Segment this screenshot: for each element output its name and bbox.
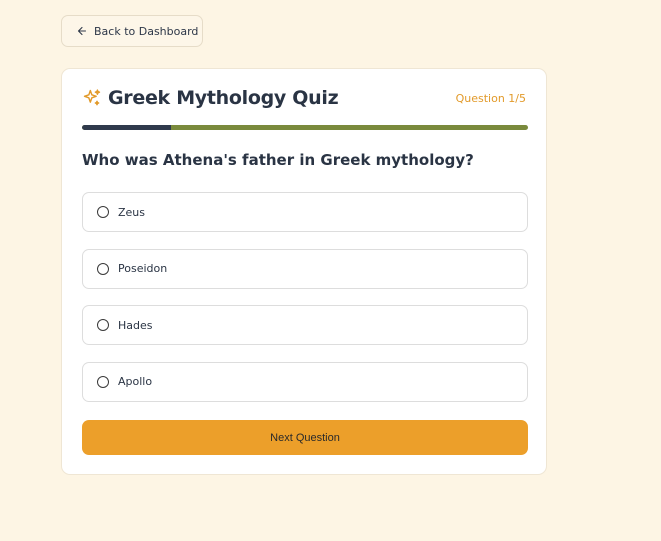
back-to-dashboard-button[interactable]: Back to Dashboard <box>61 15 203 47</box>
quiz-title-group: Greek Mythology Quiz <box>82 87 339 109</box>
answer-option-hades[interactable]: Hades <box>82 305 528 345</box>
answer-option-label: Hades <box>118 318 153 332</box>
quiz-card: Greek Mythology Quiz Question 1/5 Who wa… <box>61 68 547 475</box>
radio-button[interactable] <box>97 262 109 275</box>
radio-button[interactable] <box>97 375 109 388</box>
answer-option-label: Poseidon <box>118 262 168 275</box>
sparkles-icon <box>83 89 101 106</box>
quiz-title: Greek Mythology Quiz <box>108 87 339 109</box>
answer-option-poseidon[interactable]: Poseidon <box>82 248 528 289</box>
back-button-label: Back to Dashboard <box>94 24 199 38</box>
radio-button[interactable] <box>97 206 109 218</box>
question-counter: Question 1/5 <box>455 91 526 105</box>
radio-button[interactable] <box>97 319 109 331</box>
answer-option-label: Apollo <box>118 375 153 388</box>
next-question-button[interactable]: Next Question <box>82 420 528 455</box>
answer-options: Zeus Poseidon Hades Apollo <box>82 192 528 418</box>
question-text: Who was Athena's father in Greek mytholo… <box>82 151 474 169</box>
answer-option-zeus[interactable]: Zeus <box>82 192 528 232</box>
quiz-header: Greek Mythology Quiz Question 1/5 <box>82 87 526 109</box>
arrow-left-icon <box>77 26 87 36</box>
progress-bar-fill <box>82 125 172 130</box>
answer-option-apollo[interactable]: Apollo <box>82 361 528 402</box>
answer-option-label: Zeus <box>118 205 146 219</box>
progress-bar <box>82 125 528 130</box>
